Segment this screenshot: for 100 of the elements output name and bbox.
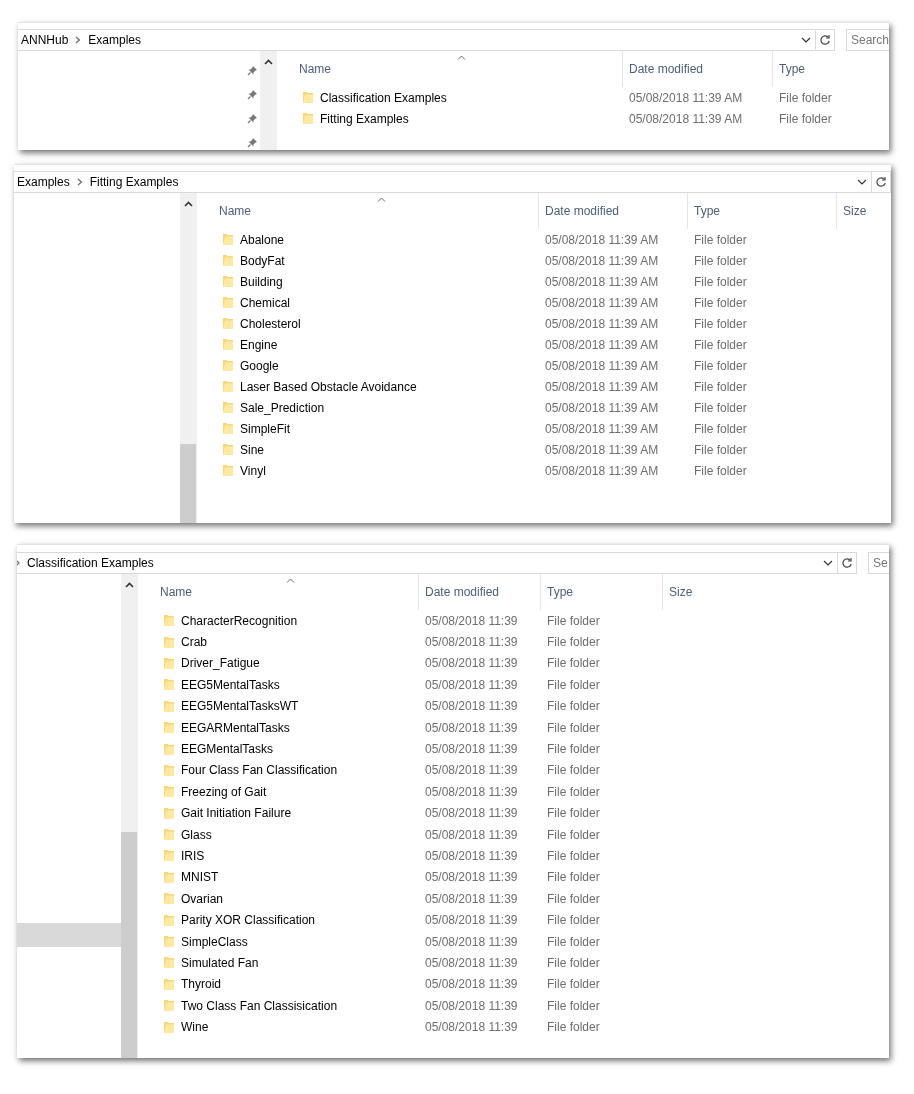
type-cell-text: File folder [778,90,833,105]
date-cell-text: 05/08/2018 11:39 [424,849,519,863]
refresh-button[interactable] [872,171,891,193]
file-name[interactable]: EEGMentalTasks [181,742,274,757]
dropdown-icon[interactable] [801,37,811,43]
file-name[interactable]: EEGARMentalTasks [181,720,290,735]
file-name[interactable]: Simulated Fan [181,955,259,970]
type-cell-text: File folder [546,742,601,757]
file-name[interactable]: Gait Initiation Failure [181,806,292,821]
file-name[interactable]: EEG5MentalTasksWT [181,699,299,714]
scroll-up-icon[interactable] [184,201,193,207]
pin-icon[interactable] [247,112,258,124]
address-bar[interactable]: ANNHub Examples [18,29,816,51]
breadcrumb-item[interactable]: Classification Examples [27,556,154,570]
column-header[interactable]: Name [153,574,418,610]
file-name[interactable]: Abalone [240,232,285,247]
file-name[interactable]: Vinyl [240,463,266,478]
file-name[interactable]: Crab [181,635,207,650]
date-cell-text: 05/08/2018 11:39 [424,763,519,778]
address-bar[interactable]: Examples Fitting Examples [14,171,872,193]
file-name[interactable]: Freezing of Gait [181,784,267,799]
scrollbar[interactable] [121,574,137,1058]
pin-icon[interactable] [247,64,258,76]
dropdown-icon[interactable] [857,179,867,185]
scrollbar-thumb[interactable] [121,832,137,1058]
file-name[interactable]: Engine [240,337,278,352]
file-name[interactable]: Sale_Prediction [240,400,325,415]
chevron-icon [75,36,82,44]
refresh-button[interactable] [816,29,835,51]
column-header[interactable]: Date modified [622,51,772,87]
column-header[interactable]: Date modified [418,574,540,610]
file-name[interactable]: Parity XOR Classification [181,913,316,928]
file-name[interactable]: Two Class Fan Classisication [181,998,338,1013]
file-name[interactable]: Driver_Fatigue [181,656,260,671]
file-name[interactable]: Thyroid [181,977,221,992]
file-name[interactable]: Wine [181,1020,209,1035]
file-name[interactable]: Classification Examples [320,90,447,105]
file-name[interactable]: CharacterRecognition [181,613,298,628]
file-name[interactable]: Laser Based Obstacle Avoidance [240,379,417,394]
folder-icon [163,849,175,863]
type-cell-text: File folder [546,870,601,885]
column-header[interactable]: Type [540,574,662,610]
date-cell-text: 05/08/2018 11:39 AM [544,379,660,394]
scrollbar[interactable] [260,51,276,150]
date-cell-text: 05/08/2018 11:39 [424,635,519,650]
breadcrumb-item[interactable]: Examples [17,175,70,189]
scrollbar[interactable] [180,193,196,523]
file-name[interactable]: Building [240,274,283,289]
file-name[interactable]: IRIS [181,849,205,863]
folder-icon [163,935,175,949]
column-header[interactable]: Size [662,574,744,610]
type-cell-text: File folder [693,421,748,436]
file-name[interactable]: Chemical [240,295,290,310]
type-cell-text: File folder [546,720,601,735]
folder-icon [163,656,175,670]
refresh-button[interactable] [838,552,857,574]
file-name[interactable]: BodyFat [240,253,285,268]
file-name[interactable]: Four Class Fan Classification [181,763,338,778]
folder-icon [163,721,175,735]
file-name[interactable]: Google [240,358,279,373]
scrollbar-thumb[interactable] [180,444,196,523]
pin-icon[interactable] [247,136,258,148]
folder-icon [222,380,234,393]
folder-icon [222,317,234,330]
search-field[interactable]: Search [846,29,889,51]
dropdown-icon[interactable] [823,560,833,566]
column-header[interactable]: Size [836,193,891,229]
file-name[interactable]: SimpleFit [240,421,290,436]
folder-icon [163,999,175,1013]
column-header[interactable]: Name [212,193,538,229]
date-cell-text: 05/08/2018 11:39 AM [544,274,660,289]
column-header[interactable]: Date modified [538,193,687,229]
file-name[interactable]: SimpleClass [181,934,248,949]
file-name[interactable]: Cholesterol [240,316,301,331]
type-cell-text: File folder [546,635,601,650]
date-cell-text: 05/08/2018 11:39 [424,977,519,992]
scroll-up-icon[interactable] [264,59,273,65]
breadcrumb-item[interactable]: ANNHub [21,33,69,47]
folder-icon [163,1020,175,1034]
file-name[interactable]: Fitting Examples [320,111,409,126]
type-cell-text: File folder [693,253,748,268]
file-name[interactable]: MNIST [181,870,219,885]
file-name[interactable]: Ovarian [181,891,224,906]
column-header[interactable]: Type [772,51,882,87]
date-cell-text: 05/08/2018 11:39 AM [544,421,660,436]
breadcrumb-item[interactable]: Examples [88,33,142,47]
date-cell-text: 05/08/2018 11:39 AM [544,463,660,478]
file-name[interactable]: Sine [240,442,265,457]
sort-caret-icon [286,578,295,583]
file-name[interactable]: EEG5MentalTasks [181,677,280,692]
file-name[interactable]: Glass [181,827,212,842]
column-header[interactable]: Type [687,193,836,229]
scroll-up-icon[interactable] [125,582,134,588]
pin-icon[interactable] [247,88,258,100]
folder-icon [222,275,234,288]
search-field[interactable]: Se [868,552,889,574]
address-bar[interactable]: Classification Examples [17,552,838,574]
breadcrumb-item[interactable]: Fitting Examples [89,175,179,189]
column-header[interactable]: Name [292,51,622,87]
date-cell-text: 05/08/2018 11:39 AM [544,337,660,352]
